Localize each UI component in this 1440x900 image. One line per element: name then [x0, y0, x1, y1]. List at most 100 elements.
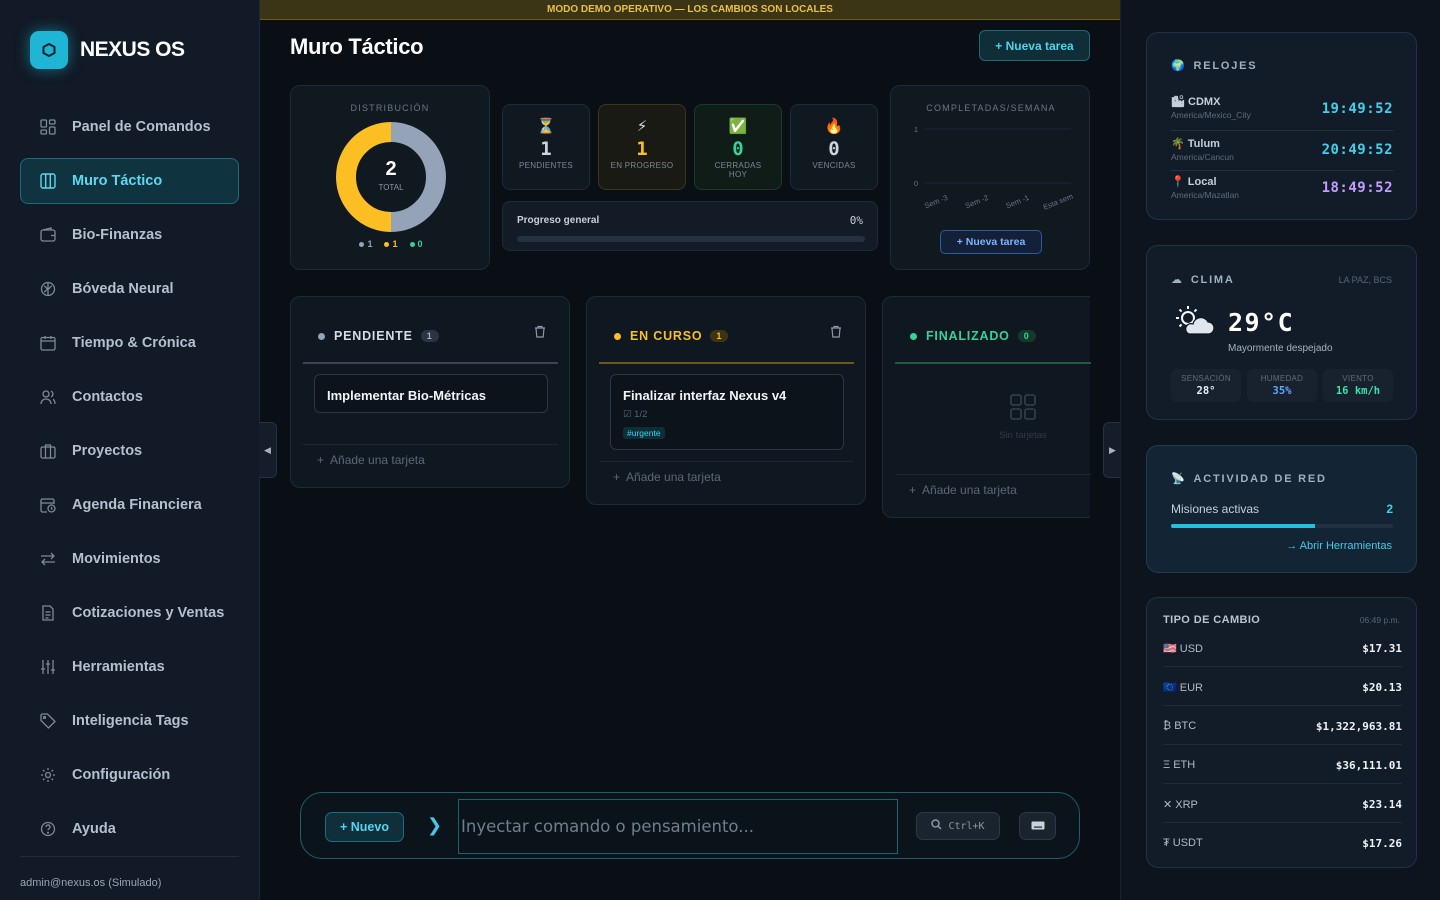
command-bar: + Nuevo ❯ Ctrl+K [300, 792, 1080, 859]
stat-label: CERRADAS HOY [714, 161, 762, 179]
fire-icon: 🔥 [824, 118, 844, 135]
sidebar-item-inteligencia-tags[interactable]: Inteligencia Tags [20, 698, 239, 744]
calendar-clock-icon [39, 496, 57, 514]
new-item-button[interactable]: + Nuevo [325, 812, 404, 842]
sidebar-item-bio-finanzas[interactable]: Bio-Finanzas [20, 212, 239, 258]
status-dot [910, 332, 917, 340]
clock-name: Local [1187, 176, 1217, 188]
sidebar-item-herramientas[interactable]: Herramientas [20, 644, 239, 690]
fx-row-xrp: ✕ XRP $23.14 [1163, 784, 1402, 823]
check-icon: ✅ [728, 118, 748, 135]
legend-item-progress: 1 [384, 239, 398, 249]
stat-value: 0 [732, 138, 744, 160]
fx-row-eur: 🇪🇺 EUR $20.13 [1163, 667, 1402, 706]
sidebar-item-boveda-neural[interactable]: Bóveda Neural [20, 266, 239, 312]
column-title: FINALIZADO [926, 329, 1010, 343]
status-dot [614, 332, 621, 340]
add-card-button[interactable]: + Añade una tarjeta [303, 444, 558, 474]
weather-location: LA PAZ, BCS [1338, 275, 1392, 285]
open-tools-link[interactable]: → Abrir Herramientas [1286, 540, 1392, 552]
keyboard-button[interactable] [1019, 812, 1056, 840]
add-card-label: Añade una tarjeta [330, 453, 425, 467]
fx-row-usdt: ₮ USDT $17.26 [1163, 837, 1402, 850]
add-card-button[interactable]: + Añade una tarjeta [895, 474, 1091, 504]
fx-row-eth: Ξ ETH $36,111.01 [1163, 745, 1402, 784]
chart-new-task-button[interactable]: + Nueva tarea [940, 230, 1042, 254]
nexus-logo-icon [30, 31, 68, 69]
stat-value: 1 [540, 138, 552, 160]
trash-icon[interactable] [534, 325, 546, 343]
sidebar-nav: Panel de Comandos Muro Táctico Bio-Finan… [20, 104, 239, 860]
clock-row: 📍 Local America/Mazatlan 18:49:52 [1171, 175, 1393, 205]
task-card[interactable]: Finalizar interfaz Nexus v4 ☑ 1/2 #urgen… [610, 374, 844, 450]
collapse-sidebar-button[interactable]: ◀ [259, 422, 277, 478]
clock-name: CDMX [1188, 96, 1221, 108]
new-task-button[interactable]: + Nueva tarea [979, 30, 1090, 61]
sidebar-item-agenda-financiera[interactable]: Agenda Financiera [20, 482, 239, 528]
task-card[interactable]: Implementar Bio-Métricas [314, 374, 548, 413]
sidebar-item-contactos[interactable]: Contactos [20, 374, 239, 420]
x-tick-label: Sem -3 [923, 193, 949, 210]
sidebar-item-label: Ayuda [72, 821, 116, 837]
sidebar-item-movimientos[interactable]: Movimientos [20, 536, 239, 582]
page-title: Muro Táctico [290, 34, 424, 59]
y-tick-label: 0 [914, 179, 918, 188]
weekly-chart-svg: COMPLETADAS/SEMANA 0 1 Sem -3 Sem -2 Sem -1 Es… [914, 103, 1074, 212]
receipt-icon [39, 604, 57, 622]
column-title: PENDIENTE [334, 329, 413, 343]
sidebar-item-configuracion[interactable]: Configuración [20, 752, 239, 798]
task-tag[interactable]: #urgente [623, 427, 665, 439]
pin-icon: 📍 [1171, 176, 1185, 188]
sidebar-item-label: Configuración [72, 767, 171, 783]
sidebar-item-ayuda[interactable]: Ayuda [20, 806, 239, 852]
legend-item-pending: 1 [359, 239, 372, 249]
brand[interactable]: NEXUS OS [30, 31, 185, 69]
progress-label: Progreso general [517, 215, 600, 226]
stat-en-progreso[interactable]: ⚡ 1 EN PROGRESO [598, 104, 686, 190]
x-tick-label: Sem -2 [964, 193, 990, 210]
calendar-icon [39, 334, 57, 352]
sidebar-item-cotizaciones-ventas[interactable]: Cotizaciones y Ventas [20, 590, 239, 636]
keyboard-icon [1031, 817, 1045, 835]
weather-wind: VIENTO 16 km/h [1323, 369, 1393, 402]
sidebar-item-panel-de-comandos[interactable]: Panel de Comandos [20, 104, 239, 150]
weather-card: ☁ CLIMA LA PAZ, BCS 29°C Mayormente despe… [1146, 245, 1417, 420]
command-input[interactable] [458, 799, 898, 854]
satellite-icon: 📡 [1171, 473, 1187, 485]
checkbox-icon: ☑ [623, 409, 635, 420]
stat-vencidas[interactable]: 🔥 0 VENCIDAS [790, 104, 878, 190]
sidebar-item-label: Tiempo & Crónica [72, 335, 196, 351]
row-divider [1171, 130, 1393, 131]
stat-pendientes[interactable]: ⏳ 1 PENDIENTES [502, 104, 590, 190]
progress-card: Progreso general 0% [502, 201, 878, 251]
sidebar-item-proyectos[interactable]: Proyectos [20, 428, 239, 474]
weather-humidity: HUMEDAD 35% [1247, 369, 1317, 402]
shortcut-label: Ctrl+K [948, 820, 985, 832]
chevron-left-icon: ◀ [264, 444, 271, 455]
column-title-wrap: EN CURSO 1 [614, 329, 729, 343]
sidebar-item-label: Contactos [72, 389, 143, 405]
task-title: Finalizar interfaz Nexus v4 [623, 388, 787, 403]
tag-icon [39, 712, 57, 730]
clock-time: 20:49:52 [1321, 142, 1393, 158]
column-rule [303, 362, 558, 364]
add-card-button[interactable]: + Añade una tarjeta [599, 461, 854, 491]
column-title-wrap: PENDIENTE 1 [318, 329, 439, 343]
sidebar-item-label: Muro Táctico [72, 173, 163, 189]
distribution-card: DISTRIBUCIÓN 2 TOTAL 1 1 0 [290, 85, 490, 270]
prompt-chevron-icon: ❯ [427, 815, 443, 835]
clock-time: 18:49:52 [1321, 180, 1393, 196]
stat-label: VENCIDAS [812, 161, 856, 170]
search-shortcut-button[interactable]: Ctrl+K [916, 812, 1000, 840]
collapse-right-panel-button[interactable]: ▶ [1103, 422, 1121, 478]
sidebar-item-tiempo-cronica[interactable]: Tiempo & Crónica [20, 320, 239, 366]
weekly-completed-chart: COMPLETADAS/SEMANA 0 1 Sem -3 Sem -2 Sem -1 Es… [890, 85, 1090, 270]
trash-icon[interactable] [830, 325, 842, 343]
chart-title: COMPLETADAS/SEMANA [926, 103, 1055, 113]
stat-cerradas-hoy[interactable]: ✅ 0 CERRADAS HOY [694, 104, 782, 190]
network-missions-count: 2 [1386, 502, 1393, 516]
sidebar-item-muro-tactico[interactable]: Muro Táctico [20, 158, 239, 204]
progress-percent: 0% [849, 214, 863, 227]
stat-label: PENDIENTES [518, 161, 574, 170]
task-checklist: ☑ 1/2 [623, 409, 648, 420]
